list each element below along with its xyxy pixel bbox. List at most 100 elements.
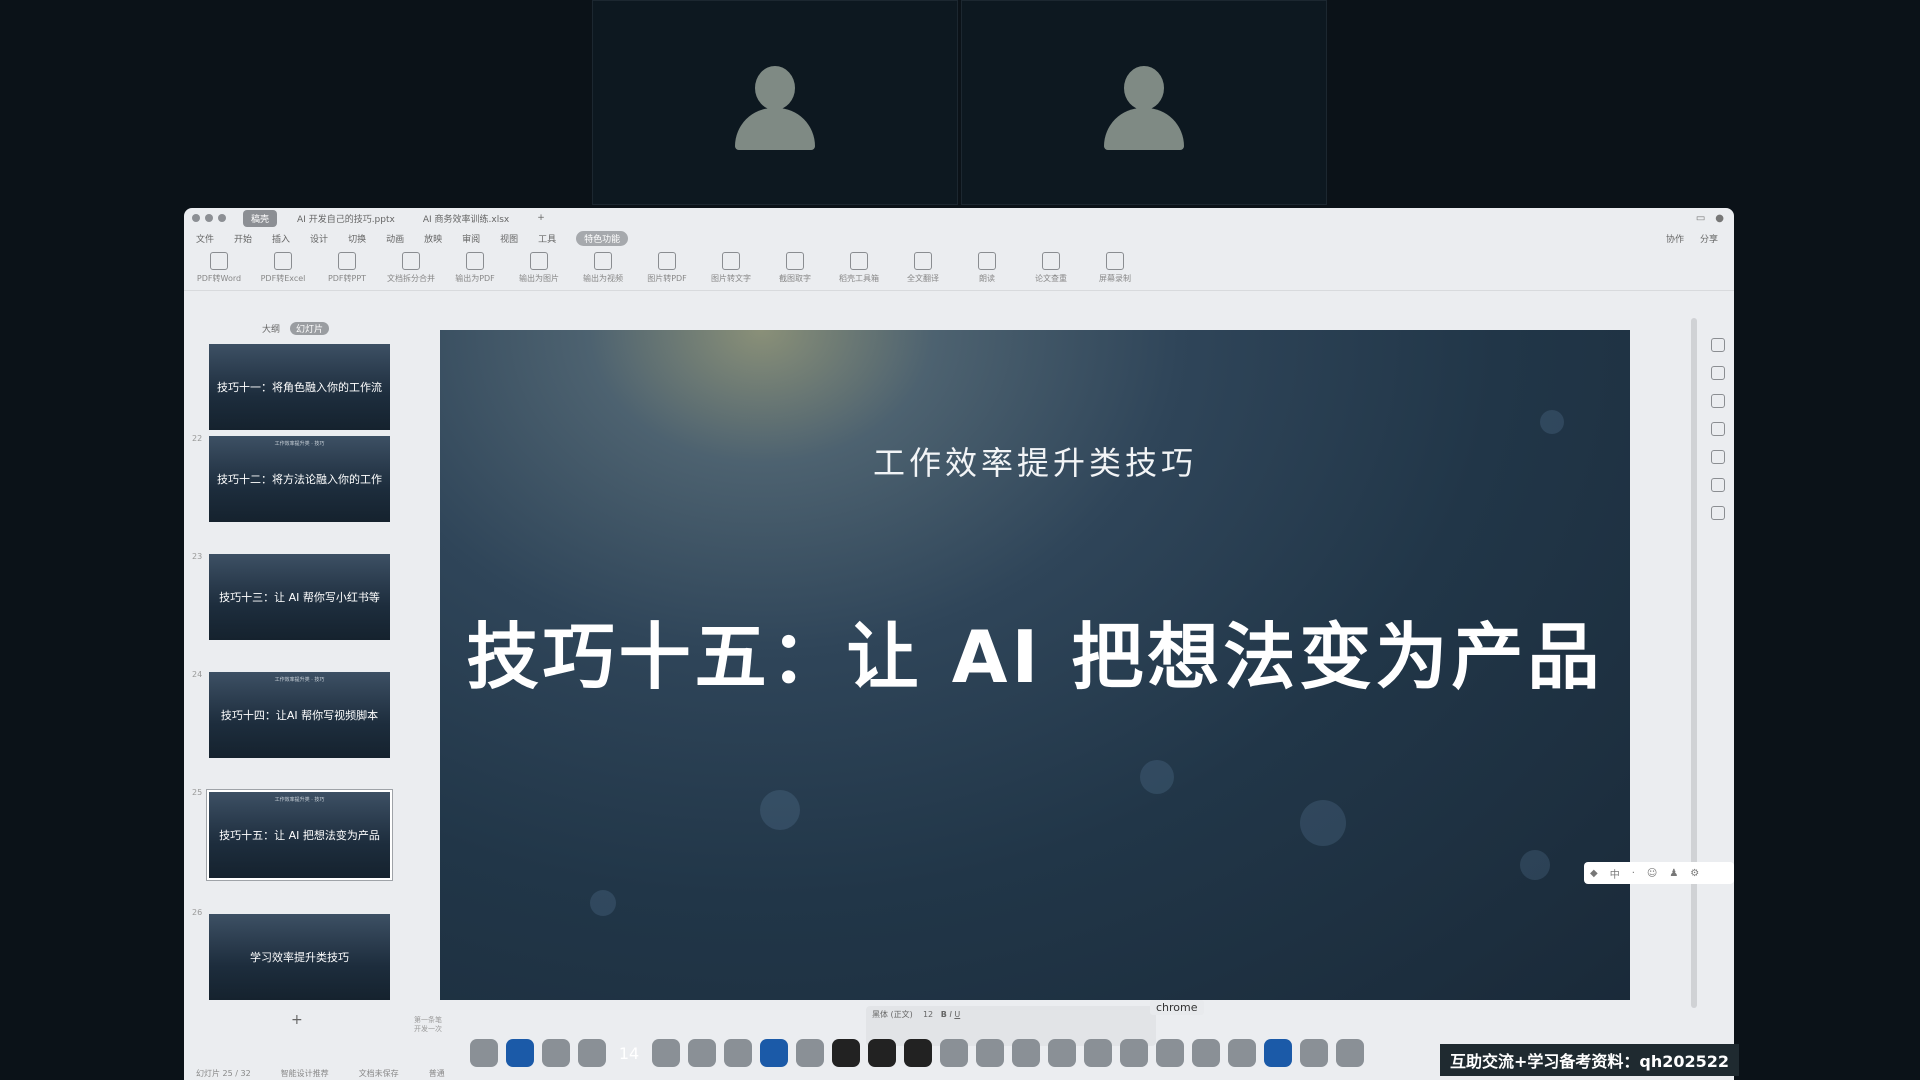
menu-file[interactable]: 文件 — [196, 232, 214, 245]
meeting-icon[interactable] — [1264, 1039, 1292, 1067]
font-size-select[interactable]: 12 — [923, 1010, 933, 1019]
menu-tools[interactable]: 工具 — [538, 232, 556, 245]
collaborate-button[interactable]: 协作 — [1666, 232, 1684, 245]
clock-icon[interactable] — [1711, 450, 1725, 464]
menu-review[interactable]: 审阅 — [462, 232, 480, 245]
menu-home[interactable]: 开始 — [234, 232, 252, 245]
ime-lang-icon[interactable]: 中 — [1610, 866, 1620, 881]
panel-tabs: 大纲 幻灯片 — [262, 322, 330, 335]
ime-user-icon[interactable]: ♟ — [1669, 868, 1678, 879]
menu-transition[interactable]: 切换 — [348, 232, 366, 245]
ribbon-image-to-text[interactable]: 图片转文字 — [706, 248, 756, 284]
slide-thumbnail-selected[interactable]: 工作效率提升类 · 技巧 技巧十五：让 AI 把想法变为产品 — [207, 790, 392, 880]
ribbon-screenshot[interactable]: 截图取字 — [770, 248, 820, 284]
settings-icon[interactable] — [1711, 338, 1725, 352]
menu-slideshow[interactable]: 放映 — [424, 232, 442, 245]
layout-icon[interactable]: ▭ — [1696, 213, 1705, 224]
menu-special-features[interactable]: 特色功能 — [576, 230, 629, 246]
apps-grid-icon[interactable] — [542, 1039, 570, 1067]
slide-thumbnail[interactable]: 技巧十三：让 AI 帮你写小红书等 — [209, 554, 390, 640]
ribbon-pdf-to-ppt[interactable]: PDF转PPT — [322, 248, 372, 284]
launchpad-icon[interactable] — [506, 1039, 534, 1067]
cloud-icon[interactable] — [1192, 1039, 1220, 1067]
slide-thumbnail[interactable]: 工作效率提升类 · 技巧 技巧十二：将方法论融入你的工作 — [209, 436, 390, 522]
chrome-icon[interactable] — [796, 1039, 824, 1067]
messages-icon[interactable] — [1228, 1039, 1256, 1067]
app-store-icon[interactable] — [760, 1039, 788, 1067]
shape-icon[interactable] — [1711, 366, 1725, 380]
page-indicator: 幻灯片 25 / 32 — [196, 1068, 251, 1078]
settings-app-icon[interactable] — [724, 1039, 752, 1067]
location-icon[interactable] — [1711, 478, 1725, 492]
bold-icon[interactable]: B — [941, 1010, 947, 1019]
menu-insert[interactable]: 插入 — [272, 232, 290, 245]
calendar-icon[interactable]: 14 — [614, 1044, 644, 1063]
ime-logo-icon[interactable]: ◆ — [1590, 868, 1598, 879]
word-icon[interactable] — [1048, 1039, 1076, 1067]
new-tab-button[interactable]: + — [529, 211, 553, 225]
zoom-window-button[interactable] — [218, 214, 226, 222]
animation-icon[interactable] — [1711, 422, 1725, 436]
ime-settings-icon[interactable]: ⚙ — [1690, 868, 1699, 879]
safari-icon[interactable] — [578, 1039, 606, 1067]
ribbon-translate[interactable]: 全文翻译 — [898, 248, 948, 284]
music-icon[interactable] — [1084, 1039, 1112, 1067]
bookmark-icon[interactable] — [1711, 506, 1725, 520]
wechat-icon[interactable] — [976, 1039, 1004, 1067]
calculator-icon[interactable] — [1012, 1039, 1040, 1067]
ribbon-export-video[interactable]: 输出为视频 — [578, 248, 628, 284]
minimize-window-button[interactable] — [205, 214, 213, 222]
slide-canvas[interactable]: 工作效率提升类技巧 技巧十五：让 AI 把想法变为产品 — [440, 330, 1630, 1000]
menu-view[interactable]: 视图 — [500, 232, 518, 245]
ribbon-split-merge[interactable]: 文档拆分合并 — [386, 248, 436, 284]
pdf-icon — [210, 252, 228, 270]
ribbon-export-image[interactable]: 输出为图片 — [514, 248, 564, 284]
ime-punct-icon[interactable]: · — [1632, 868, 1635, 879]
slide-thumbnail[interactable]: 工作效率提升类 · 技巧 技巧十四：让AI 帮你写视频脚本 — [209, 672, 390, 758]
menu-design[interactable]: 设计 — [310, 232, 328, 245]
menu-right: 协作 分享 — [1666, 232, 1734, 245]
terminal-icon[interactable] — [832, 1039, 860, 1067]
style-icon[interactable] — [1711, 394, 1725, 408]
view-mode[interactable]: 普通 — [429, 1068, 445, 1079]
finder-icon[interactable] — [470, 1039, 498, 1067]
menu-animation[interactable]: 动画 — [386, 232, 404, 245]
notes-area[interactable]: 第一条笔 开发一次 — [414, 1016, 442, 1034]
trash-icon[interactable] — [1336, 1039, 1364, 1067]
ribbon-toolbox[interactable]: 稻壳工具箱 — [834, 248, 884, 284]
font-select[interactable]: 黑体 (正文) — [872, 1010, 913, 1019]
ribbon-pdf-to-word[interactable]: PDF转Word — [194, 248, 244, 284]
add-slide-button[interactable]: + — [291, 1012, 303, 1028]
tab-xlsx[interactable]: AI 商务效率训练.xlsx — [415, 210, 517, 227]
ime-emoji-icon[interactable]: ☺ — [1647, 868, 1657, 879]
ribbon-plagiarism[interactable]: 论文查重 — [1026, 248, 1076, 284]
speaker-icon — [978, 252, 996, 270]
profile-avatar-icon[interactable]: ● — [1715, 213, 1724, 224]
ribbon-screen-record[interactable]: 屏幕录制 — [1090, 248, 1140, 284]
slide-thumbnail[interactable]: 技巧十一：将角色融入你的工作流 — [209, 344, 390, 430]
chat-icon[interactable] — [1120, 1039, 1148, 1067]
tab-pptx[interactable]: AI 开发自己的技巧.pptx — [289, 210, 403, 227]
tab-outline[interactable]: 大纲 — [262, 322, 280, 335]
vertical-scrollbar[interactable] — [1691, 318, 1697, 1008]
ribbon-pdf-to-excel[interactable]: PDF转Excel — [258, 248, 308, 284]
italic-icon[interactable]: I — [949, 1010, 951, 1019]
code-editor-icon[interactable] — [904, 1039, 932, 1067]
share-button[interactable]: 分享 — [1700, 232, 1718, 245]
ribbon-image-to-pdf[interactable]: 图片转PDF — [642, 248, 692, 284]
facetime-icon[interactable] — [688, 1039, 716, 1067]
clock-app-icon[interactable] — [940, 1039, 968, 1067]
tab-home[interactable]: 稿壳 — [243, 209, 278, 227]
smart-design-hint[interactable]: 智能设计推荐 — [281, 1068, 329, 1079]
ribbon-read-aloud[interactable]: 朗读 — [962, 248, 1012, 284]
pen-icon[interactable] — [1156, 1039, 1184, 1067]
close-window-button[interactable] — [192, 214, 200, 222]
slide-thumbnail[interactable]: 学习效率提升类技巧 — [209, 914, 390, 1000]
downloads-icon[interactable] — [1300, 1039, 1328, 1067]
ribbon-export-pdf[interactable]: 输出为PDF — [450, 248, 500, 284]
underline-icon[interactable]: U — [954, 1010, 960, 1019]
notes-icon[interactable] — [652, 1039, 680, 1067]
tv-icon[interactable] — [868, 1039, 896, 1067]
tab-slides[interactable]: 幻灯片 — [290, 322, 330, 335]
slide-panel: 大纲 幻灯片 技巧十一：将角色融入你的工作流 22 工作效率提升类 · 技巧 技… — [184, 318, 404, 1038]
